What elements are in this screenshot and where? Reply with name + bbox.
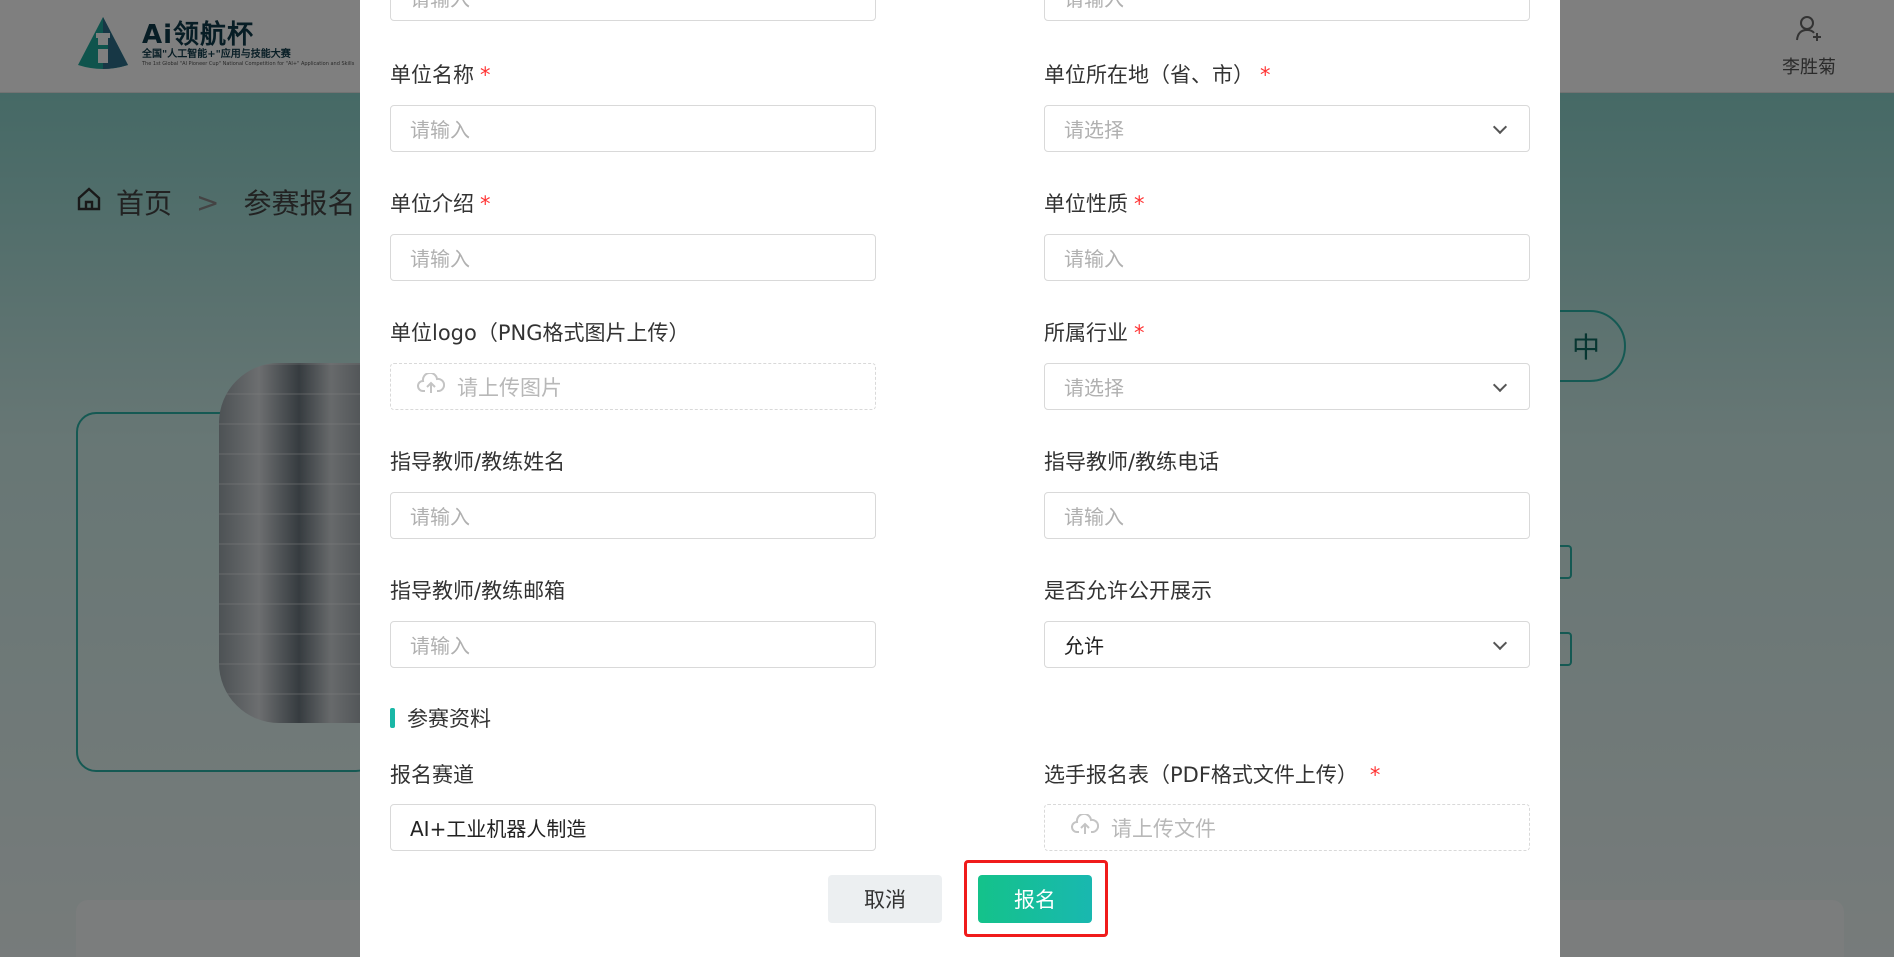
upload-text: 请上传文件: [1111, 816, 1216, 841]
input-placeholder: 请输入: [410, 505, 470, 529]
input-placeholder: 请输入: [410, 0, 470, 12]
input-value: AI+工业机器人制造: [410, 817, 587, 841]
unit-intro-label: 单位介绍 *: [390, 192, 491, 216]
signup-form-label: 选手报名表（PDF格式文件上传） *: [1044, 763, 1381, 787]
track-input[interactable]: AI+工业机器人制造: [390, 804, 876, 851]
cancel-button[interactable]: 取消: [828, 875, 942, 923]
top-right-input[interactable]: 请输入: [1044, 0, 1530, 21]
unit-intro-input[interactable]: 请输入: [390, 234, 876, 281]
coach-name-label: 指导教师/教练姓名: [390, 450, 566, 474]
top-left-input[interactable]: 请输入: [390, 0, 876, 21]
select-placeholder: 请选择: [1064, 376, 1124, 400]
coach-email-label: 指导教师/教练邮箱: [390, 579, 566, 603]
input-placeholder: 请输入: [1064, 247, 1124, 271]
unit-nature-label: 单位性质 *: [1044, 192, 1145, 216]
unit-logo-label: 单位logo（PNG格式图片上传）: [390, 321, 690, 345]
signup-form-upload-area[interactable]: 请上传文件: [1044, 804, 1530, 851]
coach-email-input[interactable]: 请输入: [390, 621, 876, 668]
input-placeholder: 请输入: [410, 247, 470, 271]
coach-phone-input[interactable]: 请输入: [1044, 492, 1530, 539]
public-display-select[interactable]: 允许: [1044, 621, 1530, 668]
industry-label: 所属行业 *: [1044, 321, 1145, 345]
section-title: 参赛资料: [390, 703, 491, 733]
chevron-down-icon: [1492, 635, 1508, 650]
input-placeholder: 请输入: [1064, 0, 1124, 12]
select-placeholder: 请选择: [1064, 118, 1124, 142]
chevron-down-icon: [1492, 377, 1508, 392]
unit-nature-input[interactable]: 请输入: [1044, 234, 1530, 281]
highlight-box: [964, 860, 1108, 937]
input-placeholder: 请输入: [410, 118, 470, 142]
unit-location-label: 单位所在地（省、市） *: [1044, 63, 1271, 87]
coach-phone-label: 指导教师/教练电话: [1044, 450, 1220, 474]
unit-name-label: 单位名称 *: [390, 63, 491, 87]
select-value: 允许: [1064, 634, 1104, 658]
cloud-upload-icon: [417, 371, 446, 400]
track-label: 报名赛道: [390, 763, 474, 787]
upload-text: 请上传图片: [457, 375, 562, 400]
input-placeholder: 请输入: [410, 634, 470, 658]
section-title-text: 参赛资料: [407, 707, 491, 731]
section-bar: [390, 708, 395, 728]
unit-location-select[interactable]: 请选择: [1044, 105, 1530, 152]
industry-select[interactable]: 请选择: [1044, 363, 1530, 410]
cloud-upload-icon: [1071, 812, 1100, 841]
logo-upload-area[interactable]: 请上传图片: [390, 363, 876, 410]
public-display-label: 是否允许公开展示: [1044, 579, 1212, 603]
unit-name-input[interactable]: 请输入: [390, 105, 876, 152]
input-placeholder: 请输入: [1064, 505, 1124, 529]
coach-name-input[interactable]: 请输入: [390, 492, 876, 539]
chevron-down-icon: [1492, 119, 1508, 134]
